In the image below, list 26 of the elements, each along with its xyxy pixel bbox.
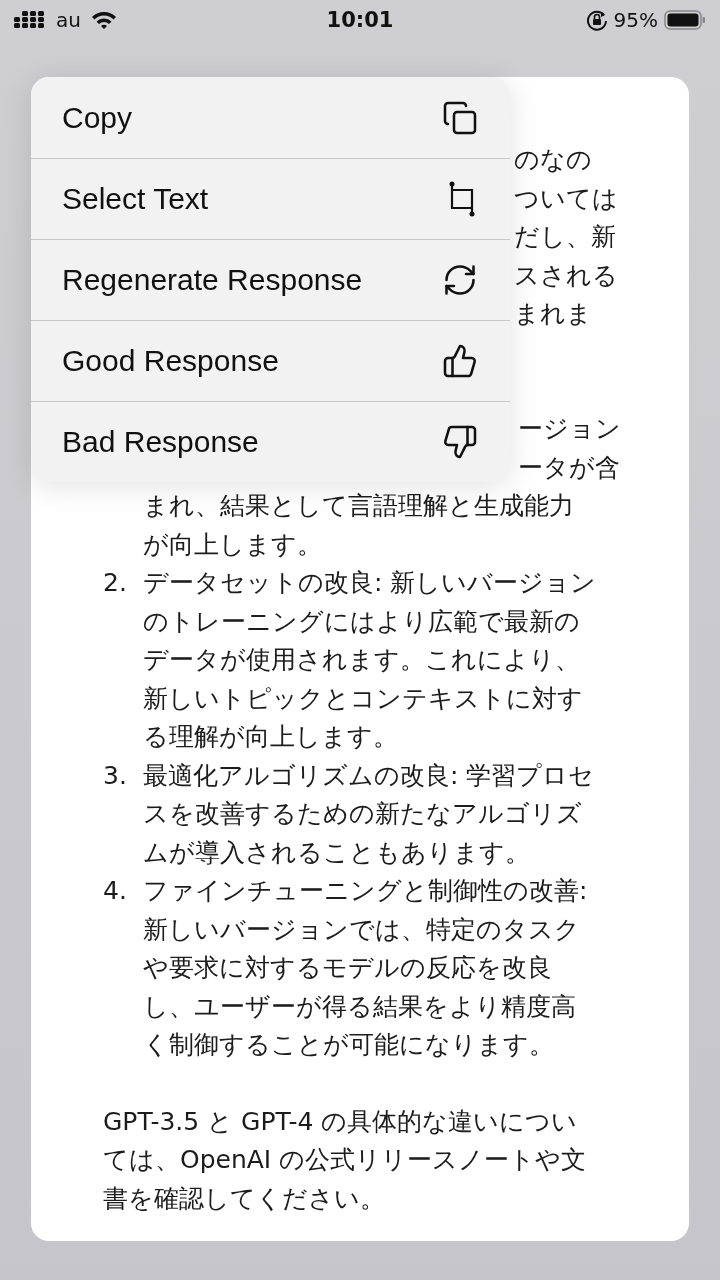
list-item-text: ファインチューニングと制御性の改善: 新しいバージョンでは、特定のタスク や要求に対するモデルの反応を改良 し、ユーザーが得る結果をより精度高 く制御することが可能になります。 xyxy=(143,875,588,1061)
menu-item[interactable]: Bad Response xyxy=(31,401,510,482)
rotation-lock-icon xyxy=(585,9,608,31)
carrier-label: au xyxy=(56,8,81,32)
response-text: のなの ついては だし、新 スされる まれま xyxy=(514,144,618,330)
battery-icon xyxy=(664,10,706,30)
menu-item[interactable]: Regenerate Response xyxy=(31,239,510,320)
battery-percent: 95% xyxy=(613,8,658,32)
menu-item[interactable]: Good Response xyxy=(31,320,510,401)
list-number: 2. xyxy=(103,568,127,597)
thumbs-up-icon xyxy=(442,343,478,379)
response-text: ージョン ータが含 xyxy=(518,413,621,484)
wifi-icon xyxy=(90,10,117,30)
signal-icon xyxy=(14,11,46,29)
list-item-text: 最適化アルゴリズムの改良: 学習プロセ スを改善するための新たなアルゴリズ ムが導入されることもあります。 xyxy=(143,759,595,869)
thumbs-down-icon xyxy=(442,424,478,460)
list-number: 4. xyxy=(103,876,127,905)
list-item-text: まれ、結果として言語理解と生成能力 が向上します。 xyxy=(143,490,574,561)
response-text: GPT-3.5 と GPT-4 の具体的な違いについ ては、OpenAI の公式リリースノートや文 書を確認してください。 xyxy=(103,1105,588,1215)
refresh-icon xyxy=(442,262,478,298)
clock-time: 10:01 xyxy=(326,8,394,32)
list-item-text: データセットの改良: 新しいバージョン のトレーニングにはより広範で最新の データが使用されます。これにより、 新しいトピックとコンテキストに対す る理解が向上します。 xyxy=(143,567,597,753)
menu-item[interactable]: Copy xyxy=(31,77,510,158)
menu-item[interactable]: Select Text xyxy=(31,158,510,239)
list-number: 3. xyxy=(103,760,127,790)
copy-icon xyxy=(442,99,478,136)
